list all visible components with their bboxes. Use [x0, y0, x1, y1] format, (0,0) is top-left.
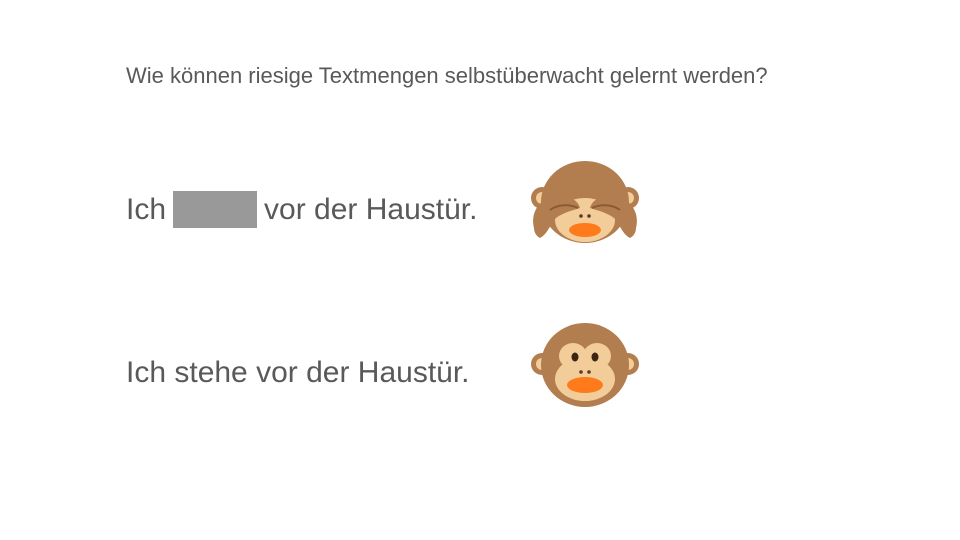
full-sentence: Ich stehe vor der Haustür. [126, 356, 470, 389]
masked-sentence-start: Ich [126, 192, 167, 226]
slide-question: Wie können riesige Textmengen selbstüber… [126, 63, 768, 88]
monkey-face-icon [531, 323, 639, 407]
masked-sentence: Ich vor der Haustür. [126, 191, 477, 228]
slide: Wie können riesige Textmengen selbstüber… [0, 0, 960, 540]
masked-sentence-end: vor der Haustür. [264, 192, 478, 226]
masked-word-box [173, 191, 258, 228]
see-no-evil-monkey-icon [531, 161, 639, 243]
